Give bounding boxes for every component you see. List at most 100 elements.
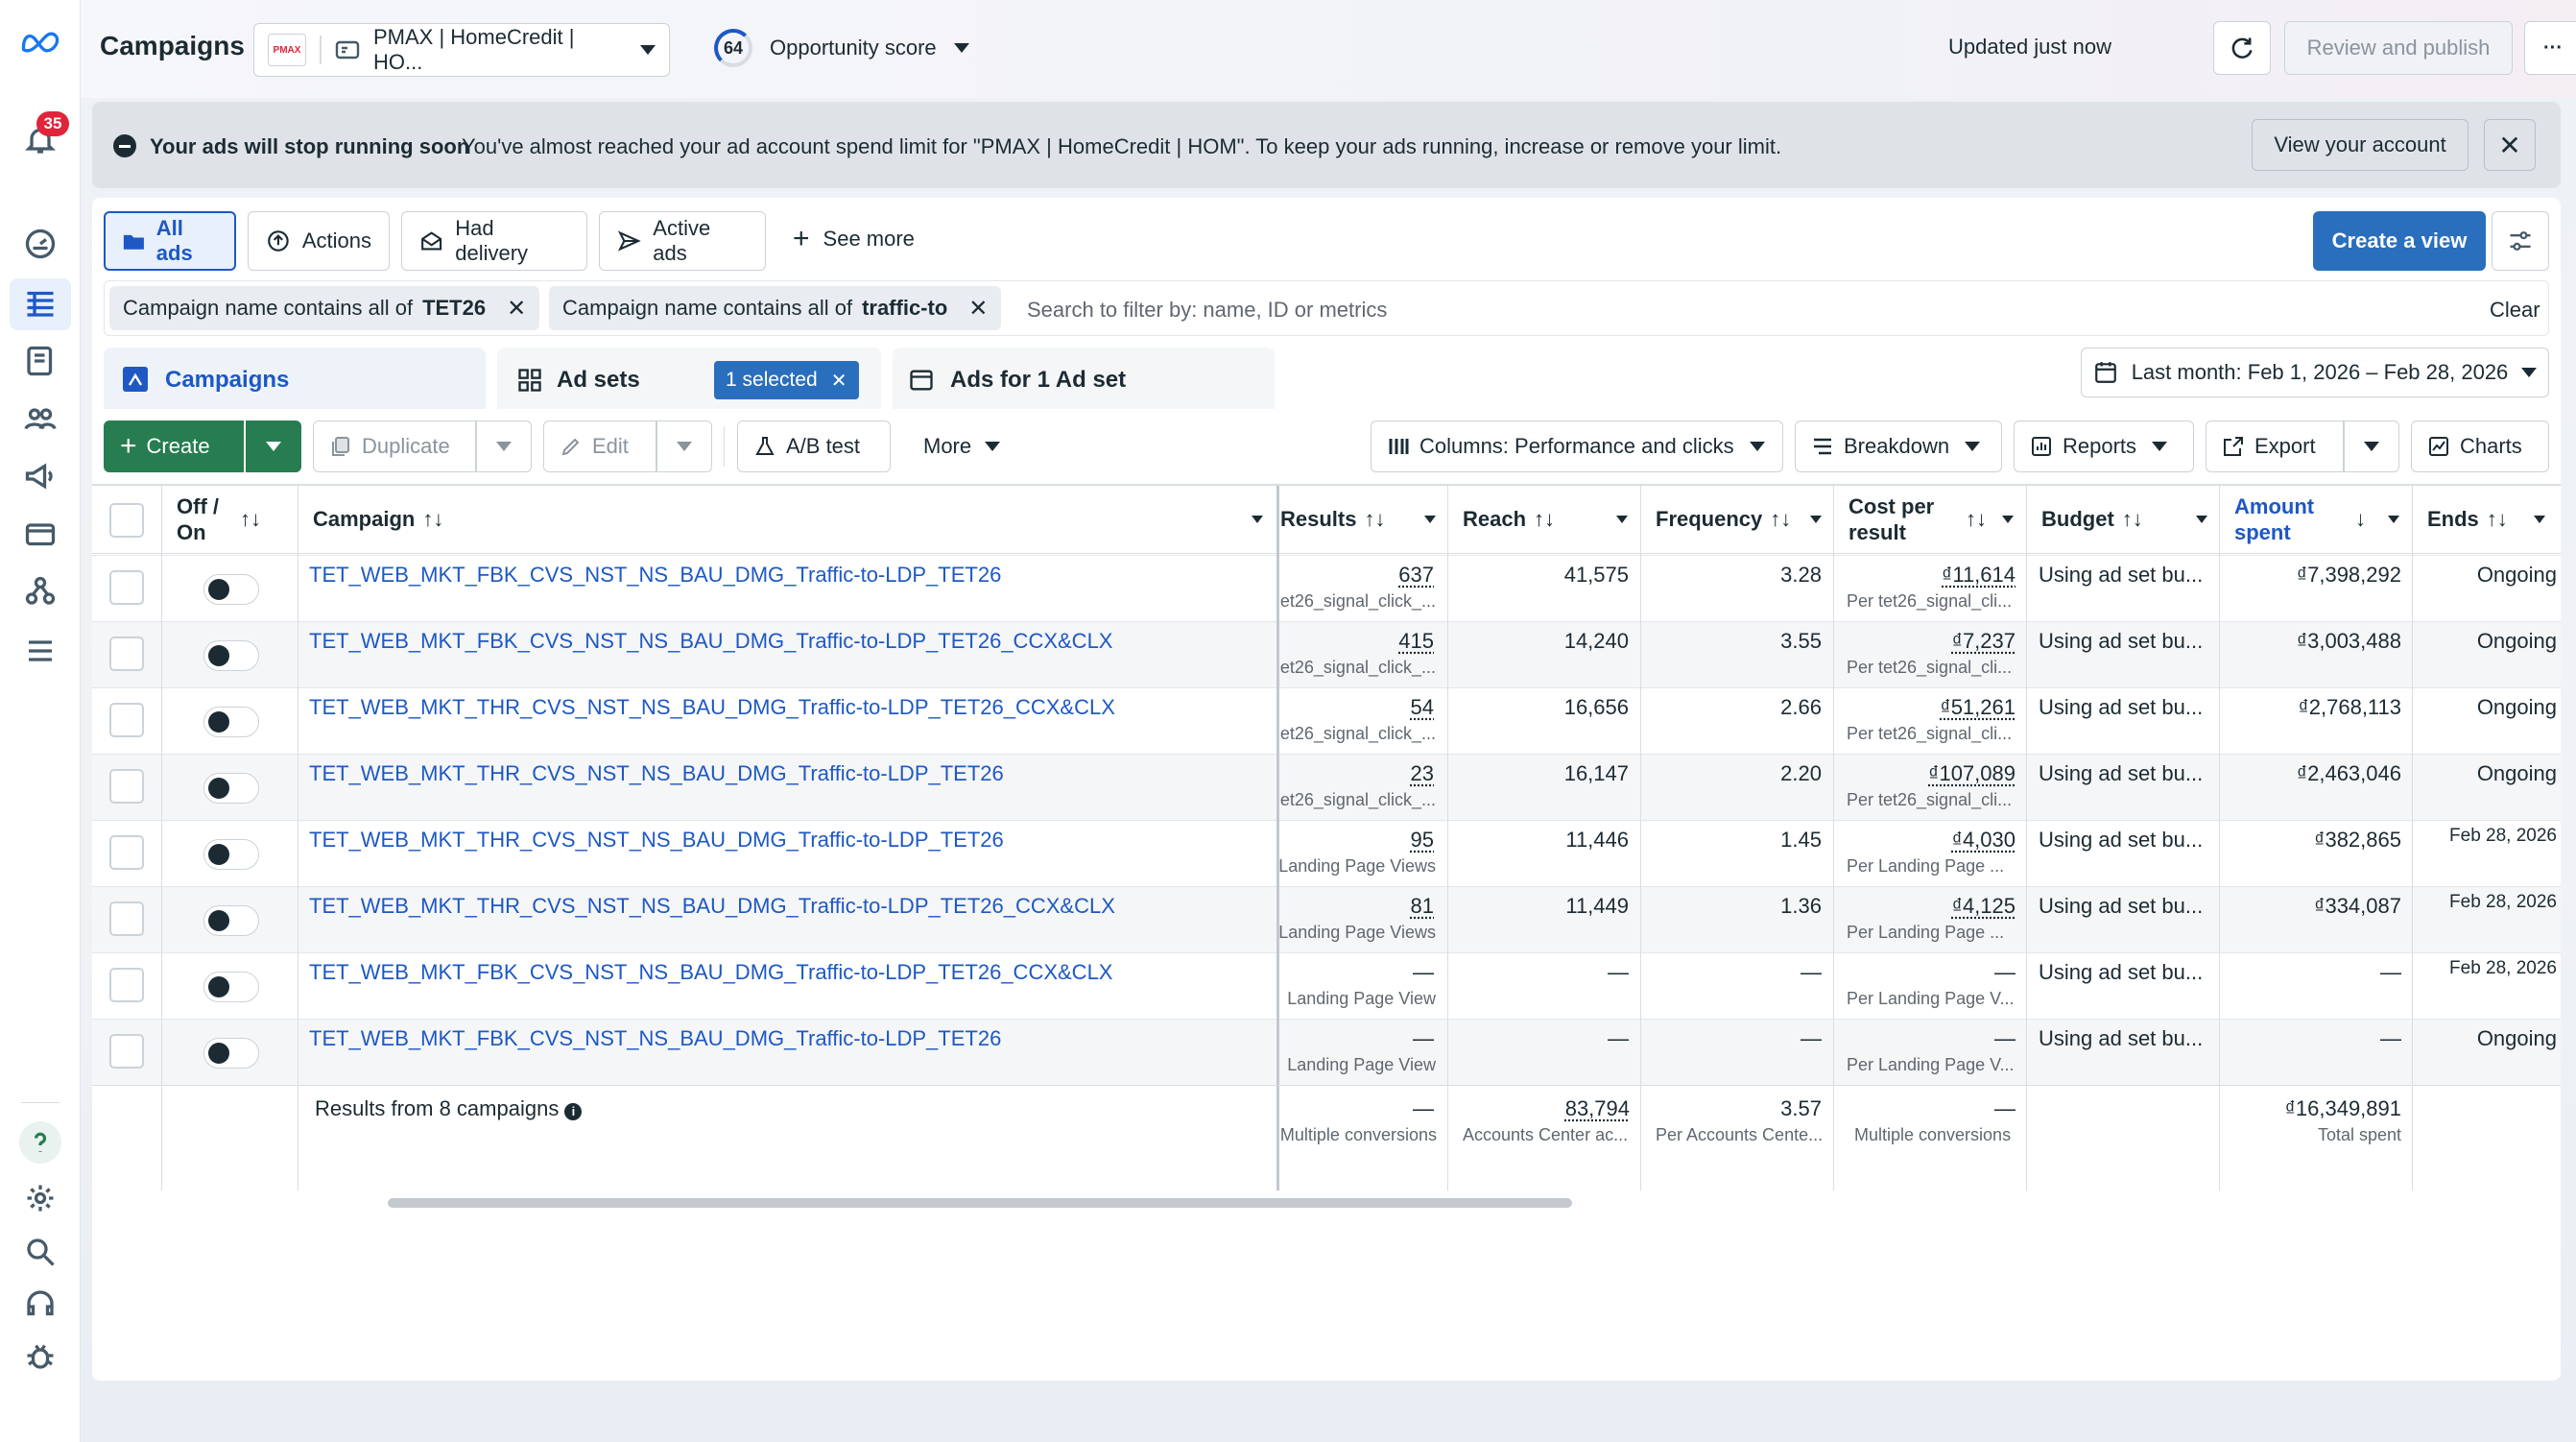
selected-badge[interactable]: 1 selected ✕ <box>714 361 859 399</box>
sort-desc-icon[interactable]: ↓ <box>2355 486 2366 553</box>
campaign-name-link[interactable]: TET_WEB_MKT_THR_CVS_NST_NS_BAU_DMG_Traff… <box>309 828 1004 853</box>
header-cost-per-result[interactable]: Cost per result <box>1849 486 1934 553</box>
reports-button[interactable]: Reports <box>2014 421 2194 472</box>
search-filter-input[interactable]: Search to filter by: name, ID or metrics <box>1027 298 1387 323</box>
campaign-toggle[interactable] <box>203 1038 259 1069</box>
support-headset-icon[interactable] <box>19 1283 61 1325</box>
campaign-name-link[interactable]: TET_WEB_MKT_FBK_CVS_NST_NS_BAU_DMG_Traff… <box>309 629 1112 654</box>
create-view-button[interactable]: Create a view <box>2313 211 2486 271</box>
remove-filter-icon[interactable]: ✕ <box>968 295 988 323</box>
sort-icon[interactable]: ↑↓ <box>1966 486 1987 553</box>
filter-chip-traffic-to[interactable]: Campaign name contains all of traffic-to… <box>549 286 1001 330</box>
report-bug-icon[interactable] <box>19 1334 61 1377</box>
campaign-toggle[interactable] <box>203 839 259 870</box>
help-question-icon[interactable] <box>19 1121 61 1164</box>
see-more-views[interactable]: + See more <box>793 227 915 252</box>
column-menu-caret[interactable] <box>1252 486 1263 553</box>
column-menu-caret[interactable] <box>2196 486 2207 553</box>
campaign-toggle[interactable] <box>203 707 259 737</box>
megaphone-icon[interactable] <box>19 455 61 497</box>
campaign-name-link[interactable]: TET_WEB_MKT_FBK_CVS_NST_NS_BAU_DMG_Traff… <box>309 563 1001 588</box>
export-dropdown-button[interactable] <box>2344 421 2399 472</box>
meta-logo-icon[interactable] <box>19 21 61 63</box>
billing-card-icon[interactable] <box>19 513 61 555</box>
row-checkbox[interactable] <box>109 637 144 671</box>
business-network-icon[interactable] <box>19 570 61 613</box>
duplicate-button[interactable]: Duplicate <box>313 421 476 472</box>
column-menu-caret[interactable] <box>2388 486 2399 553</box>
review-publish-button[interactable]: Review and publish <box>2284 21 2513 75</box>
select-all-checkbox[interactable] <box>109 503 144 538</box>
campaign-toggle[interactable] <box>203 773 259 804</box>
close-banner-button[interactable]: ✕ <box>2484 119 2536 171</box>
row-checkbox[interactable] <box>109 769 144 804</box>
customize-views-button[interactable] <box>2492 211 2549 271</box>
header-amount-spent[interactable]: Amount spent <box>2234 486 2314 553</box>
tab-ads[interactable]: Ads for 1 Ad set <box>893 348 1275 409</box>
header-reach[interactable]: Reach ↑↓ <box>1463 486 1555 553</box>
audiences-people-icon[interactable] <box>19 397 61 440</box>
refresh-button[interactable] <box>2213 21 2271 75</box>
campaign-toggle[interactable] <box>203 972 259 1002</box>
row-checkbox[interactable] <box>109 968 144 1002</box>
campaign-name-link[interactable]: TET_WEB_MKT_FBK_CVS_NST_NS_BAU_DMG_Traff… <box>309 1026 1001 1051</box>
more-actions-button[interactable]: More <box>908 421 1014 472</box>
row-checkbox[interactable] <box>109 1034 144 1069</box>
view-all-ads[interactable]: All ads <box>104 211 236 271</box>
account-selector[interactable]: PMAX PMAX | HomeCredit | HO... <box>253 23 670 77</box>
column-menu-caret[interactable] <box>1616 486 1628 553</box>
pages-book-icon[interactable] <box>19 340 61 382</box>
campaign-toggle[interactable] <box>203 574 259 605</box>
view-actions[interactable]: Actions <box>248 211 390 271</box>
row-checkbox[interactable] <box>109 703 144 737</box>
column-menu-caret[interactable] <box>2002 486 2014 553</box>
campaign-name-link[interactable]: TET_WEB_MKT_THR_CVS_NST_NS_BAU_DMG_Traff… <box>309 894 1115 919</box>
campaign-name-link[interactable]: TET_WEB_MKT_THR_CVS_NST_NS_BAU_DMG_Traff… <box>309 761 1004 786</box>
columns-selector[interactable]: Columns: Performance and clicks <box>1371 421 1783 472</box>
date-range-picker[interactable]: Last month: Feb 1, 2026 – Feb 28, 2026 <box>2081 348 2549 397</box>
ads-manager-table-icon[interactable] <box>19 282 61 324</box>
tab-ad-sets[interactable]: Ad sets 1 selected ✕ <box>497 348 881 409</box>
dashboard-gauge-icon[interactable] <box>19 223 61 265</box>
header-results[interactable]: Results ↑↓ <box>1280 486 1385 553</box>
view-account-button[interactable]: View your account <box>2252 119 2469 171</box>
tab-campaigns[interactable]: Campaigns <box>104 348 486 409</box>
header-campaign[interactable]: Campaign ↑↓ <box>313 486 443 553</box>
header-frequency[interactable]: Frequency ↑↓ <box>1656 486 1791 553</box>
campaign-toggle[interactable] <box>203 640 259 671</box>
ab-test-button[interactable]: A/B test <box>737 421 891 472</box>
column-menu-caret[interactable] <box>1810 486 1822 553</box>
export-button[interactable]: Export <box>2206 421 2344 472</box>
row-checkbox[interactable] <box>109 901 144 936</box>
remove-filter-icon[interactable]: ✕ <box>507 295 526 323</box>
breakdown-button[interactable]: Breakdown <box>1795 421 2002 472</box>
row-checkbox[interactable] <box>109 835 144 870</box>
edit-button[interactable]: Edit <box>543 421 656 472</box>
header-ends[interactable]: Ends ↑↓ <box>2427 486 2508 553</box>
row-checkbox[interactable] <box>109 570 144 605</box>
clear-filters-link[interactable]: Clear <box>2490 298 2540 323</box>
clear-selection-icon[interactable]: ✕ <box>831 369 847 393</box>
charts-button[interactable]: Charts <box>2411 421 2549 472</box>
duplicate-dropdown-button[interactable] <box>476 421 532 472</box>
filter-chip-tet26[interactable]: Campaign name contains all of TET26 ✕ <box>109 286 539 330</box>
column-menu-caret[interactable] <box>2534 486 2545 553</box>
horizontal-scrollbar[interactable] <box>388 1198 1572 1208</box>
more-options-button[interactable]: ··· <box>2524 21 2576 75</box>
edit-dropdown-button[interactable] <box>656 421 712 472</box>
view-active-ads[interactable]: Active ads <box>599 211 766 271</box>
campaign-toggle[interactable] <box>203 905 259 936</box>
create-dropdown-button[interactable] <box>246 421 301 472</box>
create-button[interactable]: + Create <box>104 421 244 472</box>
sort-icon[interactable]: ↑↓ <box>240 486 261 553</box>
campaign-name-link[interactable]: TET_WEB_MKT_FBK_CVS_NST_NS_BAU_DMG_Traff… <box>309 960 1112 985</box>
all-tools-menu-icon[interactable] <box>19 630 61 672</box>
info-icon[interactable]: i <box>564 1103 582 1120</box>
settings-gear-icon[interactable] <box>19 1177 61 1219</box>
view-had-delivery[interactable]: Had delivery <box>401 211 587 271</box>
campaign-name-link[interactable]: TET_WEB_MKT_THR_CVS_NST_NS_BAU_DMG_Traff… <box>309 695 1115 720</box>
column-menu-caret[interactable] <box>1424 486 1436 553</box>
header-off-on[interactable]: Off / On <box>177 486 234 553</box>
header-budget[interactable]: Budget ↑↓ <box>2041 486 2143 553</box>
search-icon[interactable] <box>19 1231 61 1273</box>
